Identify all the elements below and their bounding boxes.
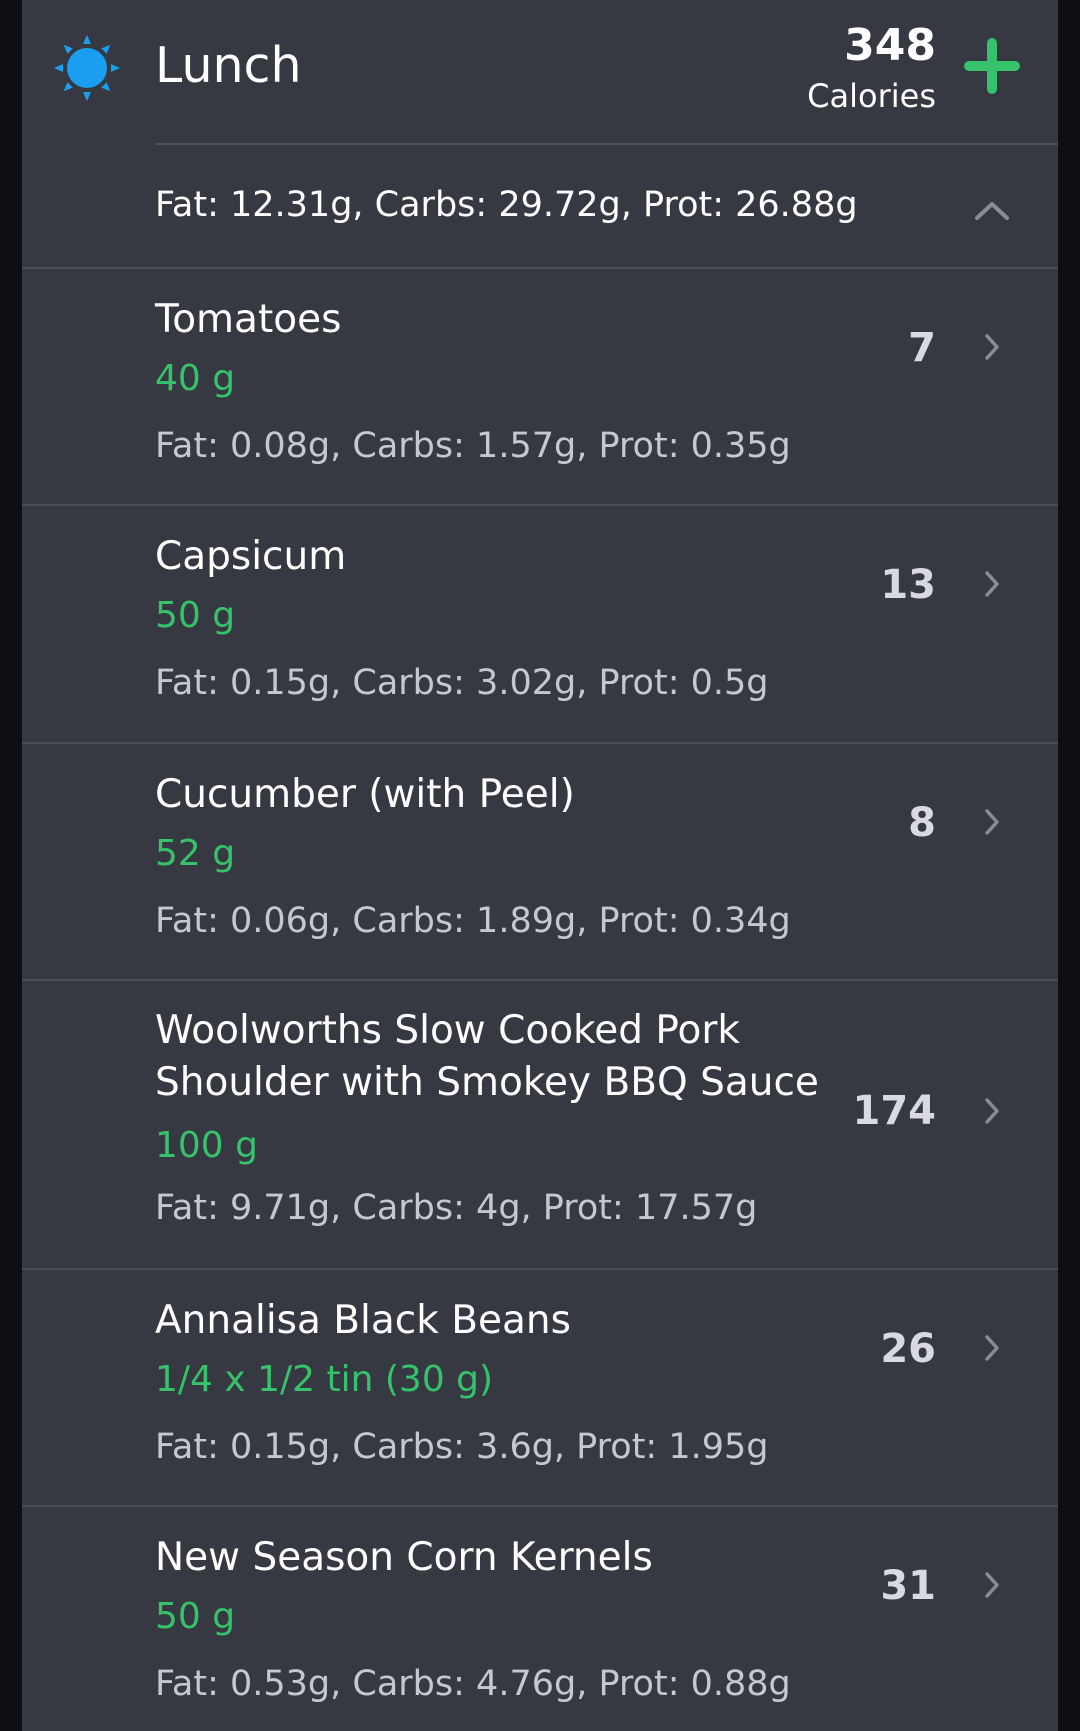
chevron-right-icon bbox=[985, 1572, 999, 1598]
food-name: Woolworths Slow Cooked Pork Shoulder wit… bbox=[155, 1008, 819, 1105]
food-calories: 26 bbox=[880, 1326, 936, 1372]
sun-icon bbox=[54, 35, 120, 101]
meal-title: Lunch bbox=[155, 37, 302, 94]
food-calories: 174 bbox=[852, 1088, 937, 1134]
food-name: Tomatoes bbox=[155, 297, 342, 342]
food-macros: Fat: 0.15g, Carbs: 3.02g, Prot: 0.5g bbox=[155, 663, 769, 703]
food-row-pork-shoulder[interactable]: Woolworths Slow Cooked Pork Shoulder wit… bbox=[22, 981, 1058, 1268]
food-macros: Fat: 0.53g, Carbs: 4.76g, Prot: 0.88g bbox=[155, 1664, 791, 1704]
food-calories: 31 bbox=[880, 1563, 936, 1609]
food-quantity: 50 g bbox=[155, 595, 236, 636]
food-calories: 7 bbox=[908, 325, 936, 371]
food-name: Capsicum bbox=[155, 534, 347, 579]
food-calories: 8 bbox=[908, 800, 936, 846]
calories-label: Calories bbox=[807, 77, 936, 115]
food-name: New Season Corn Kernels bbox=[155, 1535, 653, 1580]
food-quantity: 40 g bbox=[155, 358, 236, 399]
food-name: Cucumber (with Peel) bbox=[155, 772, 575, 817]
chevron-up-icon bbox=[975, 202, 1009, 220]
macro-summary-toggle[interactable]: Fat: 12.31g, Carbs: 29.72g, Prot: 26.88g bbox=[22, 145, 1058, 267]
food-macros: Fat: 9.71g, Carbs: 4g, Prot: 17.57g bbox=[155, 1188, 758, 1228]
food-quantity: 50 g bbox=[155, 1596, 236, 1637]
food-macros: Fat: 0.08g, Carbs: 1.57g, Prot: 0.35g bbox=[155, 426, 791, 466]
chevron-right-icon bbox=[985, 1098, 999, 1124]
food-row-corn-kernels[interactable]: New Season Corn Kernels 50 g Fat: 0.53g,… bbox=[22, 1507, 1058, 1731]
food-macros: Fat: 0.06g, Carbs: 1.89g, Prot: 0.34g bbox=[155, 901, 791, 941]
food-macros: Fat: 0.15g, Carbs: 3.6g, Prot: 1.95g bbox=[155, 1427, 769, 1467]
food-quantity: 52 g bbox=[155, 833, 236, 874]
food-quantity: 100 g bbox=[155, 1125, 259, 1166]
meal-header: Lunch 348 Calories bbox=[22, 0, 1058, 144]
chevron-right-icon bbox=[985, 1335, 999, 1361]
food-row-tomatoes[interactable]: Tomatoes 40 g Fat: 0.08g, Carbs: 1.57g, … bbox=[22, 269, 1058, 504]
food-row-capsicum[interactable]: Capsicum 50 g Fat: 0.15g, Carbs: 3.02g, … bbox=[22, 506, 1058, 742]
chevron-right-icon bbox=[985, 334, 999, 360]
meal-card: Lunch 348 Calories Fat: 12.31g, Carbs: 2… bbox=[22, 0, 1058, 1731]
food-name: Annalisa Black Beans bbox=[155, 1298, 571, 1343]
chevron-right-icon bbox=[985, 571, 999, 597]
total-calories: 348 bbox=[844, 20, 936, 71]
food-row-cucumber[interactable]: Cucumber (with Peel) 52 g Fat: 0.06g, Ca… bbox=[22, 744, 1058, 979]
food-row-black-beans[interactable]: Annalisa Black Beans 1/4 x 1/2 tin (30 g… bbox=[22, 1270, 1058, 1505]
macro-summary: Fat: 12.31g, Carbs: 29.72g, Prot: 26.88g bbox=[155, 185, 858, 225]
add-food-button[interactable] bbox=[962, 36, 1022, 96]
chevron-right-icon bbox=[985, 809, 999, 835]
food-quantity: 1/4 x 1/2 tin (30 g) bbox=[155, 1359, 494, 1400]
food-calories: 13 bbox=[880, 562, 936, 608]
